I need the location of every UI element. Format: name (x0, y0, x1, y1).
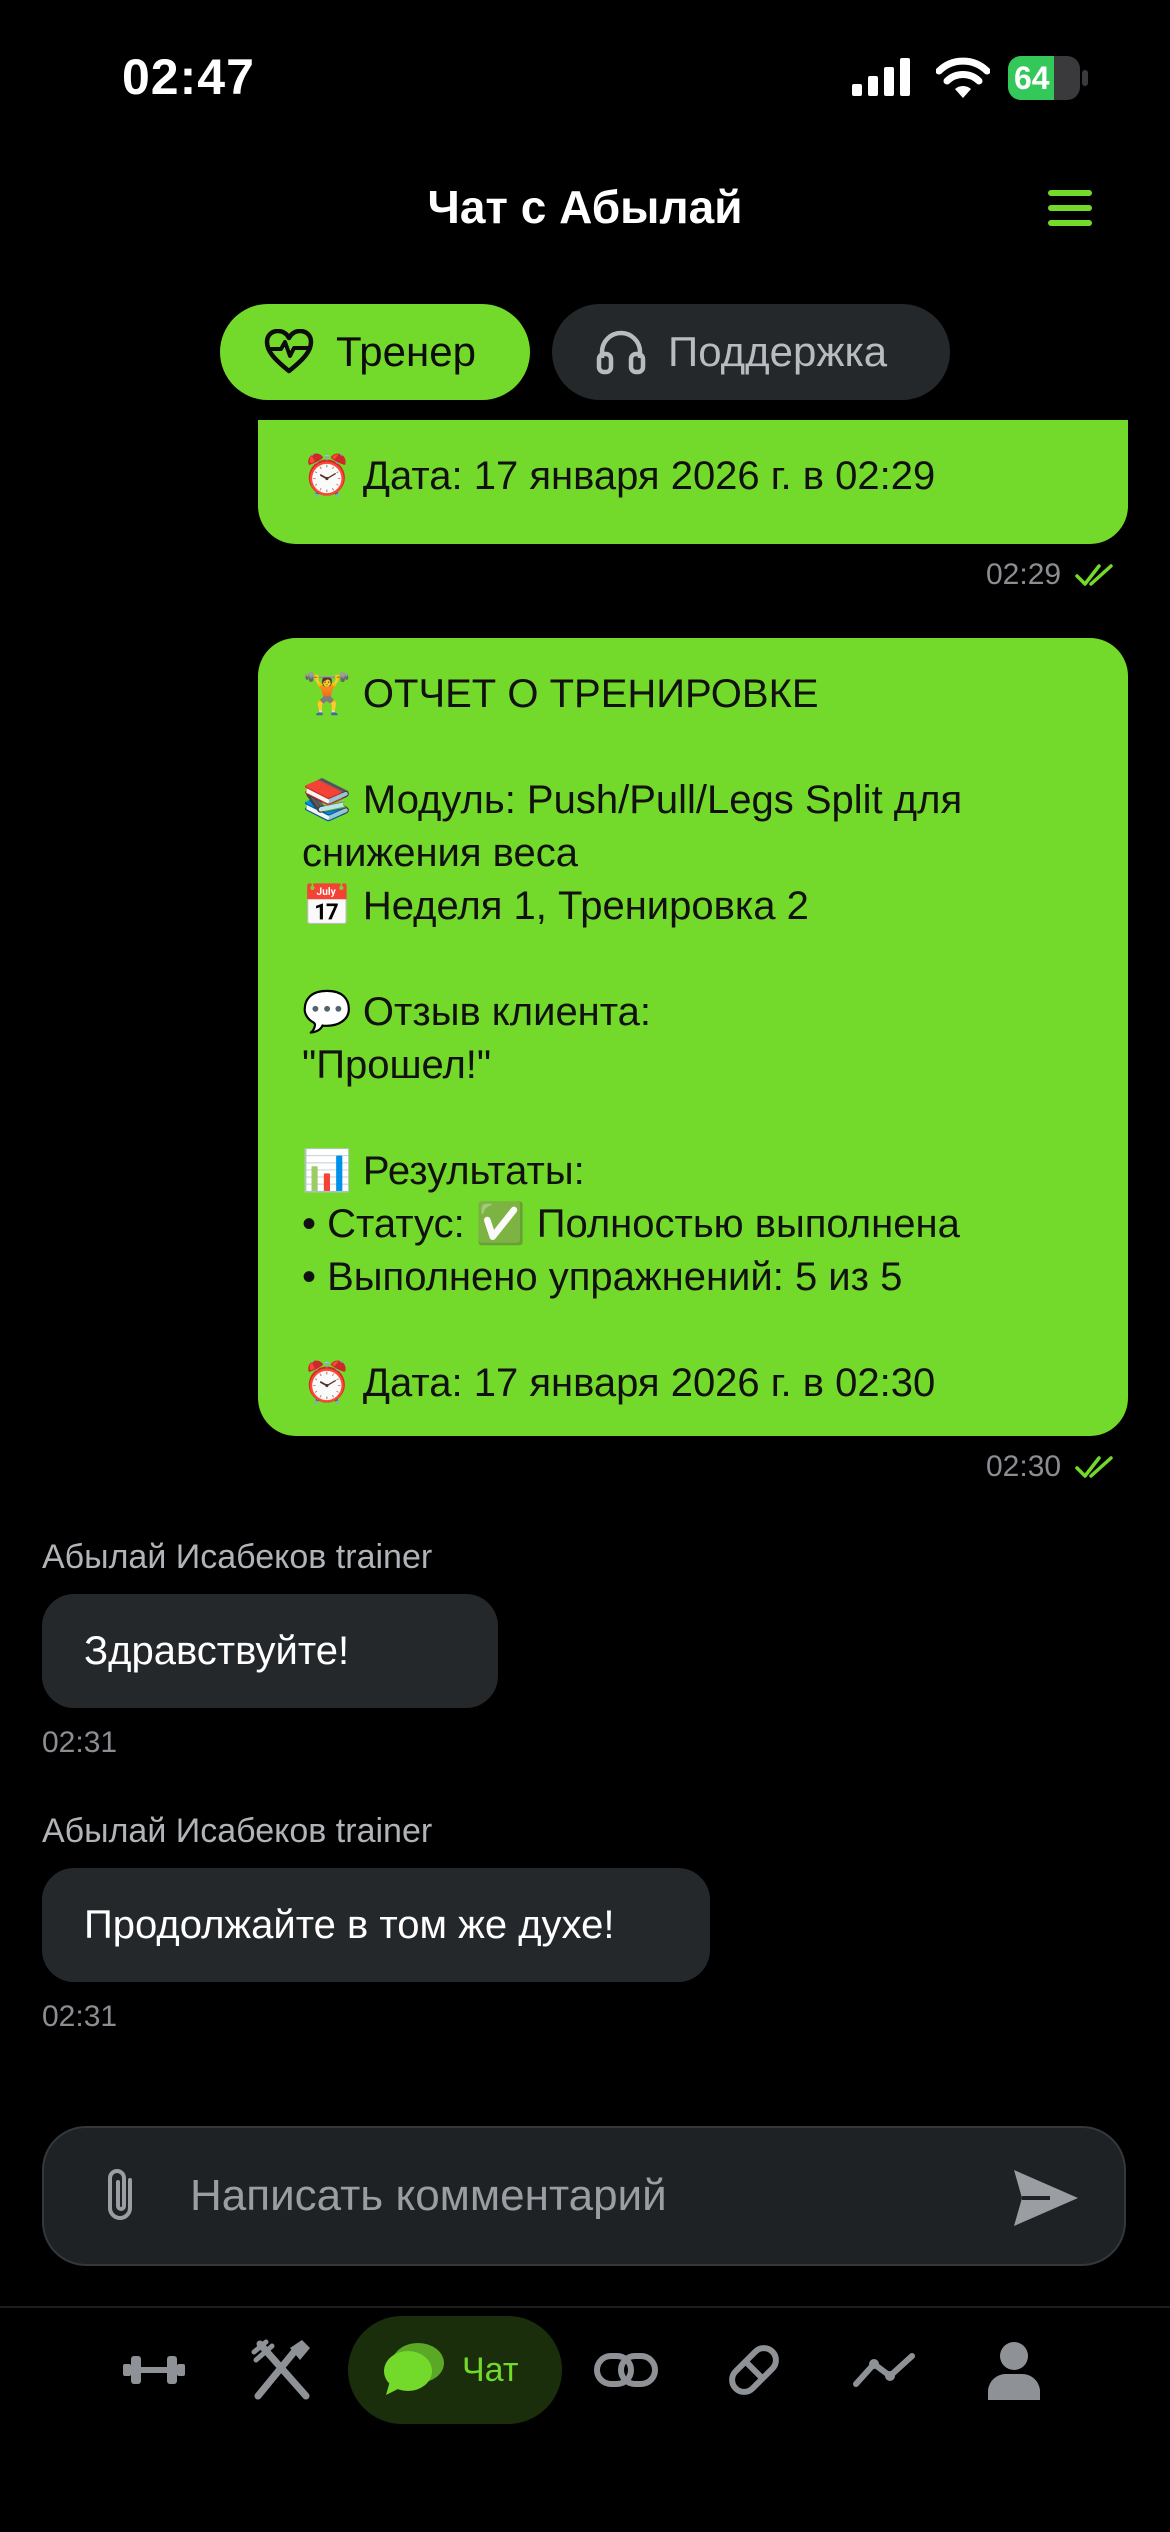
battery-indicator: 64 (1008, 56, 1090, 100)
nav-progress[interactable] (844, 2330, 924, 2410)
report-line: • Выполнено упражнений: 5 из 5 (302, 1255, 903, 1299)
message-time: 02:29 (986, 558, 1062, 591)
link-icon (594, 2353, 658, 2387)
message-time: 02:31 (42, 1726, 118, 1759)
report-line: 📅 Неделя 1, Тренировка 2 (302, 884, 809, 928)
headset-icon (596, 330, 646, 375)
nav-chat-label: Чат (462, 2350, 519, 2389)
page-title: Чат с Абылай (427, 181, 743, 233)
fork-knife-icon (251, 2339, 310, 2400)
message-text: Продолжайте в том же духе! (84, 1902, 615, 1947)
double-check-icon (1075, 564, 1113, 586)
report-line: • Статус: ✅ Полностью выполнена (302, 1202, 960, 1246)
nav-divider (0, 2306, 1170, 2308)
user-icon (988, 2342, 1040, 2400)
message-text: ⏰ Дата: 17 января 2026 г. в 02:29 (302, 454, 936, 498)
message-time: 02:31 (42, 2000, 118, 2033)
message-sender: Абылай Исабеков trainer (42, 1812, 433, 1850)
nav-profile[interactable] (974, 2330, 1054, 2410)
tab-support[interactable]: Поддержка (552, 304, 950, 400)
message-incoming: Продолжайте в том же духе! (42, 1868, 710, 1982)
dumbbell-icon (123, 2356, 185, 2384)
tab-trainer[interactable]: Тренер (220, 304, 530, 400)
message-outgoing-report: 🏋️ ОТЧЕТ О ТРЕНИРОВКЕ 📚 Модуль: Push/Pul… (258, 638, 1128, 1436)
tab-trainer-label: Тренер (336, 328, 476, 375)
nav-nutrition[interactable] (242, 2330, 322, 2410)
report-line: снижения веса (302, 831, 578, 875)
report-line: 💬 Отзыв клиента: (302, 990, 652, 1034)
nav-chat[interactable]: Чат (348, 2316, 562, 2424)
cellular-signal-icon (852, 58, 910, 96)
message-sender: Абылай Исабеков trainer (42, 1538, 433, 1576)
paperclip-icon[interactable] (96, 2166, 148, 2226)
status-time: 02:47 (122, 49, 255, 105)
message-meta: 02:30 (986, 1450, 1115, 1484)
wifi-icon (936, 57, 990, 98)
nav-workouts[interactable] (114, 2330, 194, 2410)
double-check-icon (1075, 1456, 1113, 1478)
chat-icon (384, 2343, 444, 2395)
message-text: Здравствуйте! (84, 1628, 350, 1673)
report-line: 📊 Результаты: (302, 1149, 585, 1193)
comment-input[interactable] (190, 2168, 970, 2224)
message-time: 02:30 (986, 1450, 1062, 1483)
pill-icon (729, 2345, 779, 2395)
nav-links[interactable] (586, 2330, 666, 2410)
report-line: "Прошел!" (302, 1043, 492, 1087)
tab-support-label: Поддержка (668, 328, 888, 375)
message-meta: 02:29 (986, 558, 1115, 592)
heart-pulse-icon (264, 329, 314, 374)
chart-line-icon (853, 2353, 915, 2387)
message-outgoing: ⏰ Дата: 17 января 2026 г. в 02:29 (258, 420, 1128, 544)
report-line: 📚 Модуль: Push/Pull/Legs Split для (302, 778, 963, 822)
nav-supplements[interactable] (714, 2330, 794, 2410)
report-line: 🏋️ ОТЧЕТ О ТРЕНИРОВКЕ (302, 672, 819, 716)
report-line: ⏰ Дата: 17 января 2026 г. в 02:30 (302, 1361, 936, 1405)
message-incoming: Здравствуйте! (42, 1594, 498, 1708)
menu-button[interactable] (1042, 186, 1098, 230)
send-icon[interactable] (1010, 2166, 1082, 2230)
battery-percent: 64 (1014, 60, 1050, 96)
